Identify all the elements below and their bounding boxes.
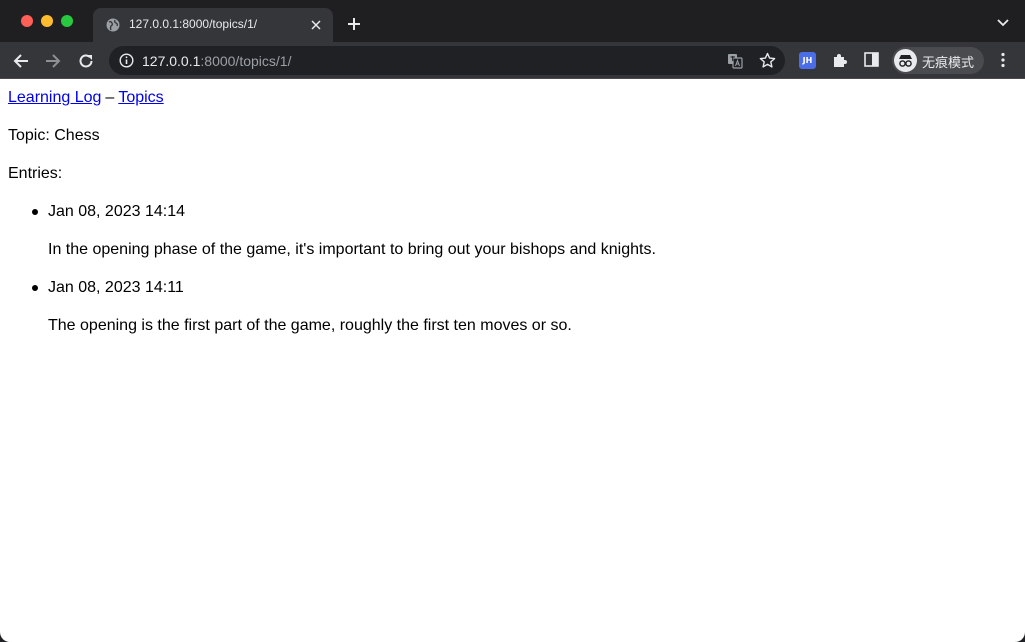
url-text[interactable]: 127.0.0.1:8000/topics/1/ <box>142 53 291 69</box>
title-bar: 127.0.0.1:8000/topics/1/ <box>0 0 1025 42</box>
entry-text: In the opening phase of the game, it's i… <box>48 241 656 258</box>
address-bar[interactable]: 127.0.0.1:8000/topics/1/ <box>109 46 785 75</box>
window-minimize-button[interactable] <box>41 15 53 27</box>
url-path: :8000/topics/1/ <box>200 53 292 69</box>
entry-date: Jan 08, 2023 14:14 <box>48 203 186 220</box>
bookmark-star-icon[interactable] <box>759 52 776 69</box>
extension-jh-icon[interactable]: JH <box>799 52 816 69</box>
site-nav: Learning Log – Topics <box>8 88 656 108</box>
incognito-label: 无痕模式 <box>922 56 975 71</box>
plus-icon[interactable] <box>346 16 362 32</box>
topics-link[interactable]: Topics <box>118 89 163 106</box>
extensions-puzzle-icon[interactable] <box>832 52 848 68</box>
incognito-badge[interactable]: 无痕模式 <box>892 47 984 74</box>
info-icon[interactable] <box>119 53 134 68</box>
entries-list: Jan 08, 2023 14:14 In the opening phase … <box>8 202 656 336</box>
bullet-icon <box>32 285 38 291</box>
close-icon[interactable] <box>309 18 323 32</box>
entry-item: Jan 08, 2023 14:11 The opening is the fi… <box>32 278 656 336</box>
entry-item: Jan 08, 2023 14:14 In the opening phase … <box>32 202 656 260</box>
page-content: Learning Log – Topics Topic: Chess Entries… <box>8 88 656 336</box>
incognito-icon <box>894 49 917 72</box>
home-link[interactable]: Learning Log <box>8 89 101 106</box>
menu-kebab-icon[interactable] <box>1000 52 1006 68</box>
tab-title: 127.0.0.1:8000/topics/1/ <box>129 17 258 31</box>
window-maximize-button[interactable] <box>61 15 73 27</box>
topic-title: Topic: Chess <box>8 127 100 144</box>
side-panel-icon[interactable] <box>864 52 879 67</box>
page-viewport: Learning Log – Topics Topic: Chess Entries… <box>0 79 1025 642</box>
entry-text: The opening is the first part of the gam… <box>48 317 572 334</box>
globe-icon <box>106 18 120 32</box>
bullet-icon <box>32 209 38 215</box>
nav-separator: – <box>105 89 115 106</box>
translate-icon[interactable] <box>727 53 743 69</box>
window-close-button[interactable] <box>21 15 33 27</box>
forward-arrow-icon[interactable] <box>44 52 62 70</box>
reload-icon[interactable] <box>77 52 95 70</box>
entry-date: Jan 08, 2023 14:11 <box>48 279 184 296</box>
chevron-down-icon[interactable] <box>996 18 1010 28</box>
browser-tab[interactable]: 127.0.0.1:8000/topics/1/ <box>93 8 333 42</box>
back-arrow-icon[interactable] <box>12 52 30 70</box>
entries-heading: Entries: <box>8 165 63 182</box>
url-host: 127.0.0.1 <box>142 53 201 69</box>
